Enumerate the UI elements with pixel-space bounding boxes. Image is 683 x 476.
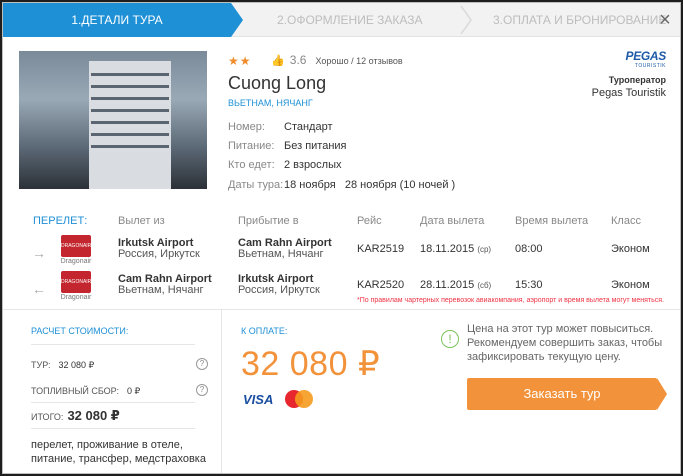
tour-details-modal: 1.Детали тура 2.Оформление заказа 3.Опла… [2, 2, 681, 474]
pegas-logo: PEGAS [625, 49, 666, 63]
departure-airport: Cam Rahn Airport Вьетнам, Нячанг [118, 273, 212, 296]
detail-label: Питание: [228, 140, 275, 152]
step-order-form[interactable]: 2.Оформление заказа [277, 3, 423, 37]
hotel-photo [19, 51, 207, 189]
airline-name: Dragonair [60, 258, 92, 265]
col-departure-from: Вылет из [118, 215, 165, 227]
arrival-airport: Cam Rahn Airport Вьетнам, Нячанг [238, 237, 332, 260]
departure-time: 08:00 [515, 243, 543, 255]
order-tour-button[interactable]: Заказать тур [467, 378, 667, 410]
rating-text[interactable]: Хорошо / 12 отзывов [316, 56, 403, 66]
departure-date: 28.11.2015 (сб) [420, 279, 492, 291]
divider [31, 344, 195, 345]
detail-value: Без питания [284, 140, 347, 152]
operator-name: Pegas Touristik [591, 87, 666, 99]
col-arrival-to: Прибытие в [238, 215, 299, 227]
detail-label: Номер: [228, 121, 265, 133]
pegas-logo-sub: touristik [634, 63, 666, 69]
hotel-rating[interactable]: 👍 3.6 Хорошо / 12 отзывов [271, 53, 403, 67]
step-payment[interactable]: 3.Оплата и бронирование [493, 3, 666, 37]
arrival-airport: Irkutsk Airport Россия, Иркутск [238, 273, 320, 296]
exclamation-icon: ! [441, 330, 459, 348]
payment-title: К оплате: [241, 326, 288, 336]
detail-value: 18 ноября 28 ноября (10 ночей ) [284, 179, 456, 191]
visa-logo: VISA [243, 392, 274, 407]
detail-label: Даты тура: [228, 179, 284, 191]
dragonair-logo: DRAGONAIR [61, 271, 91, 293]
hotel-name: Cuong Long [228, 73, 327, 93]
col-departure-date: Дата вылета [420, 215, 485, 227]
calc-fuel: Топливный сбор: 0 ₽ [31, 386, 141, 396]
tour-operator: PEGAS touristik Туроператор Pegas Touris… [591, 49, 667, 99]
departure-time: 15:30 [515, 279, 543, 291]
calc-title: Расчет стоимости: [31, 326, 129, 336]
airline: DRAGONAIR Dragonair [58, 235, 94, 265]
help-icon[interactable]: ? [196, 358, 208, 370]
step-tour-details[interactable]: 1.Детали тура [3, 3, 243, 37]
mastercard-logo [285, 390, 313, 408]
detail-label: Кто едет: [228, 159, 275, 171]
arrow-right-icon: → [32, 245, 46, 261]
divider [31, 428, 195, 429]
flight-number: KAR2519 [357, 243, 405, 255]
price-includes: перелет, проживание в отеле, питание, тр… [31, 439, 206, 465]
flights-title: ПЕРЕЛЕТ: [33, 215, 88, 227]
col-flight: Рейс [357, 215, 382, 227]
help-icon[interactable]: ? [196, 384, 208, 396]
airline: DRAGONAIR Dragonair [58, 271, 94, 301]
col-class: Класс [611, 215, 641, 227]
divider [31, 402, 195, 403]
departure-date: 18.11.2015 (ср) [420, 243, 492, 255]
col-departure-time: Время вылета [515, 215, 589, 227]
price-notice: Цена на этот тур может повыситься. Реком… [467, 323, 663, 363]
close-icon[interactable]: × [654, 9, 676, 31]
calc-tour: Тур: 32 080 ₽ [31, 360, 95, 370]
step-separator-icon [460, 6, 472, 34]
hotel-stars: ★★ [228, 54, 252, 68]
thumbs-up-icon: 👍 [271, 55, 285, 67]
detail-value: 2 взрослых [284, 159, 342, 171]
flight-row-outbound: → DRAGONAIR Dragonair Irkutsk Airport Ро… [3, 235, 680, 269]
flight-disclaimer: *По правилам чартерных перевозок авиаком… [357, 297, 664, 304]
flight-class: Эконом [611, 243, 650, 255]
price-calculation: Расчет стоимости: Тур: 32 080 ₽ ? Топливн… [3, 310, 222, 473]
hotel-location: Вьетнам, Нячанг [228, 98, 313, 108]
flight-number: KAR2520 [357, 279, 405, 291]
dragonair-logo: DRAGONAIR [61, 235, 91, 257]
calc-total: Итого: 32 080 ₽ [31, 408, 120, 423]
arrow-left-icon: ← [32, 281, 46, 297]
pricing-section: Расчет стоимости: Тур: 32 080 ₽ ? Топливн… [3, 309, 680, 473]
checkout-steps: 1.Детали тура 2.Оформление заказа 3.Опла… [3, 3, 680, 37]
departure-airport: Irkutsk Airport Россия, Иркутск [118, 237, 200, 260]
airline-name: Dragonair [60, 294, 92, 301]
detail-value: Стандарт [284, 121, 333, 133]
flight-class: Эконом [611, 279, 650, 291]
operator-label: Туроператор [608, 75, 666, 85]
rating-score: 3.6 [289, 53, 307, 67]
total-price: 32 080 ₽ [241, 345, 381, 383]
